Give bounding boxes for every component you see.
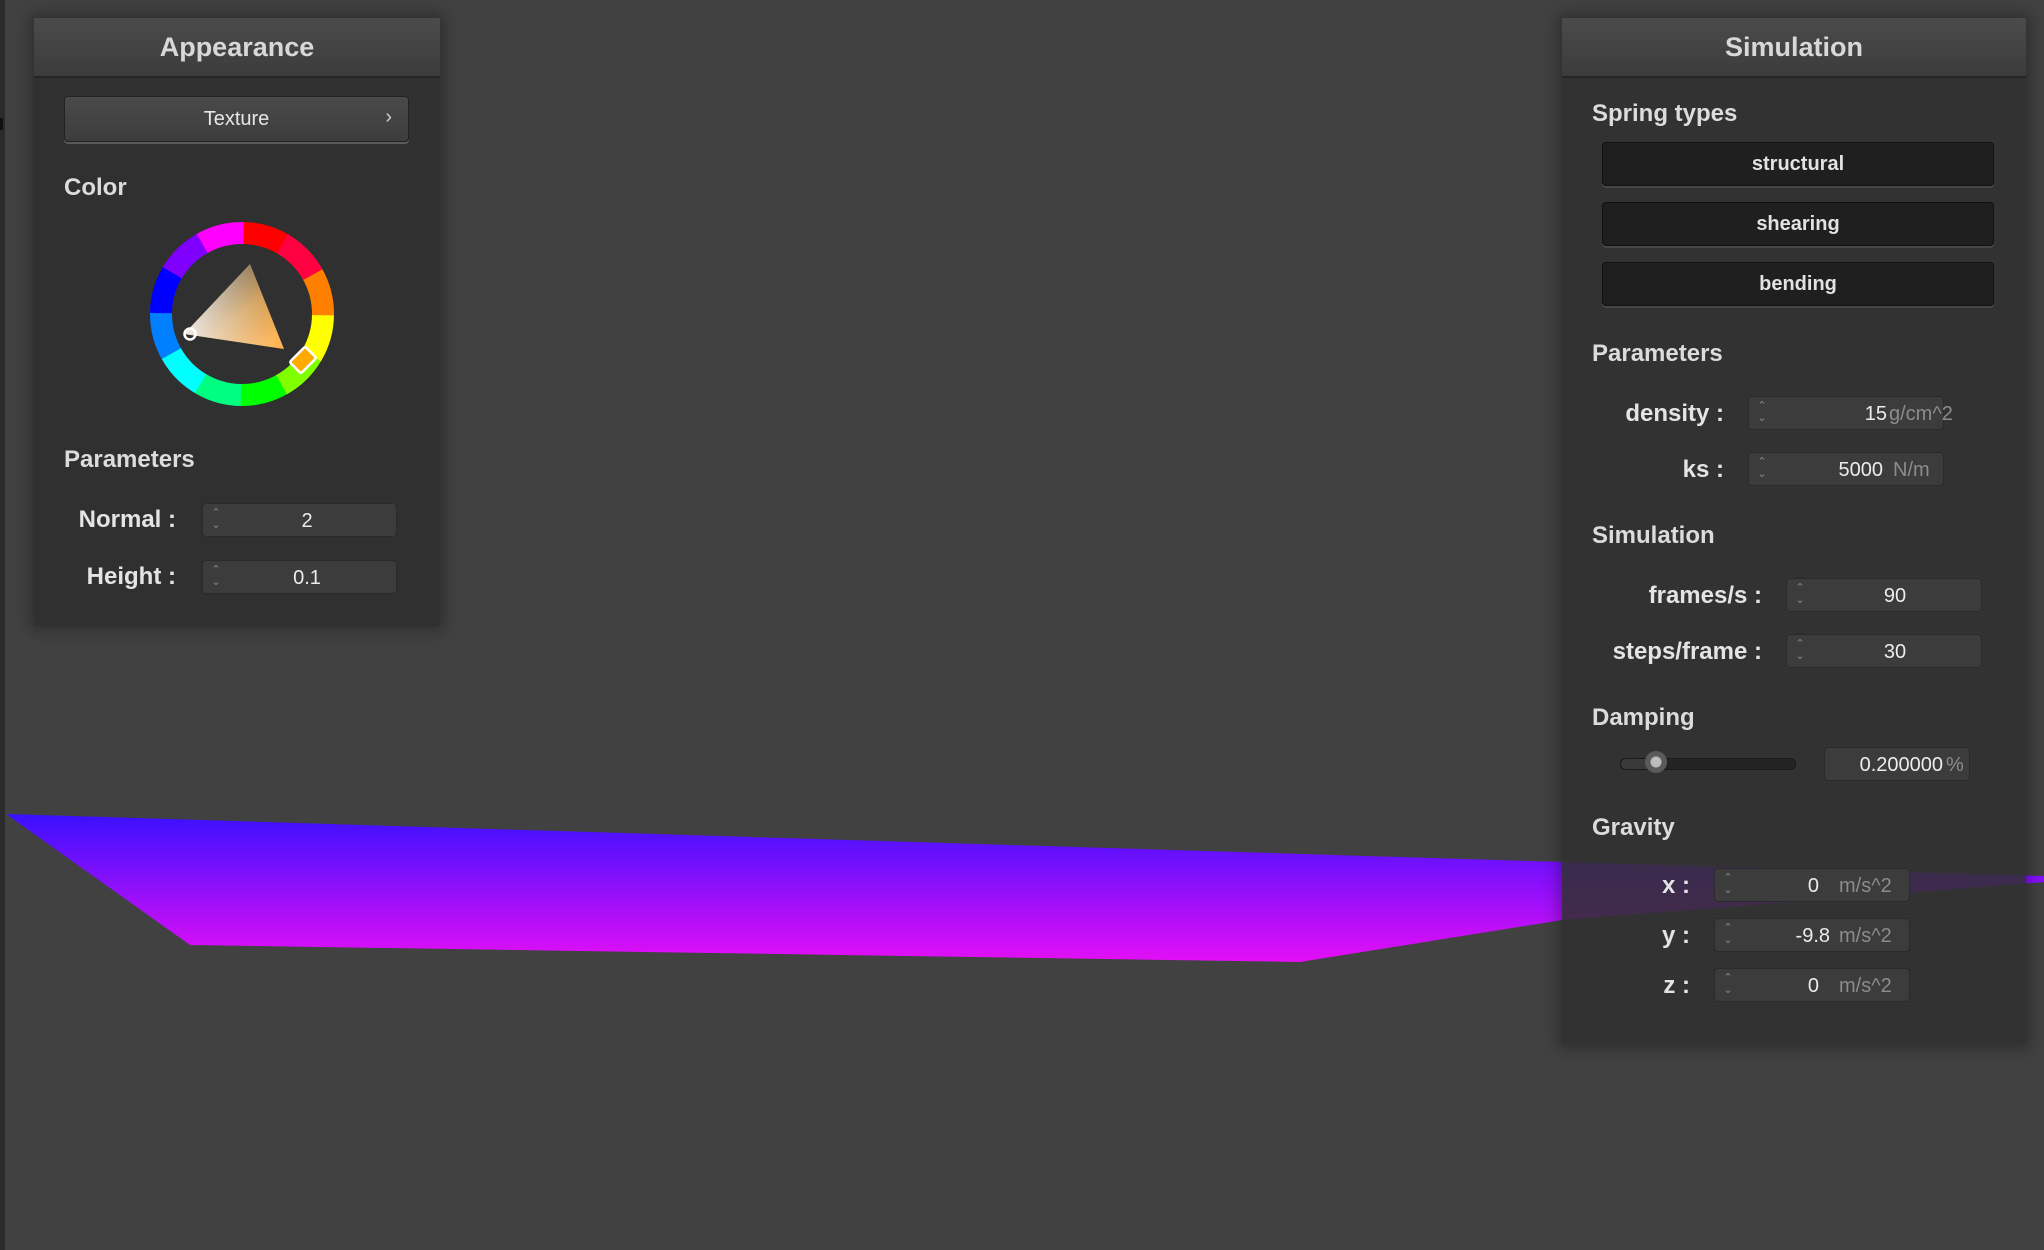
texture-button[interactable]: Texture › — [64, 96, 409, 142]
appearance-parameters-label: Parameters — [64, 446, 195, 473]
ks-value: 5000 — [1838, 459, 1884, 481]
height-label: Height : — [86, 563, 176, 590]
up-down-arrows-icon[interactable]: ⌃ ⌄ — [1754, 456, 1770, 484]
ks-label: ks : — [1682, 456, 1724, 483]
up-down-arrows-icon[interactable]: ⌃ ⌄ — [208, 507, 224, 535]
steps-per-frame-input[interactable]: ⌃ ⌄ 30 — [1786, 634, 1982, 668]
gravity-y-unit: m/s^2 — [1839, 925, 1892, 947]
steps-per-frame-label: steps/frame : — [1612, 638, 1762, 665]
normal-value: 2 — [301, 510, 313, 532]
frames-per-second-value: 90 — [1883, 585, 1907, 607]
up-down-arrows-icon[interactable]: ⌃ ⌄ — [208, 564, 224, 592]
simulation-parameters-label: Parameters — [1592, 340, 1723, 367]
gravity-z-input[interactable]: ⌃ ⌄ 0 m/s^2 — [1714, 968, 1910, 1002]
gravity-z-label: z : — [1663, 972, 1690, 999]
ks-unit: N/m — [1893, 459, 1930, 481]
up-down-arrows-icon[interactable]: ⌃ ⌄ — [1720, 922, 1736, 950]
spring-types-label: Spring types — [1592, 100, 1738, 127]
damping-unit: % — [1946, 754, 1964, 776]
up-down-arrows-icon[interactable]: ⌃ ⌄ — [1720, 872, 1736, 900]
normal-label: Normal : — [78, 506, 176, 533]
gravity-z-value: 0 — [1807, 975, 1819, 997]
spring-shearing-button[interactable]: shearing — [1602, 202, 1994, 246]
simulation-panel-title: Simulation — [1562, 18, 2026, 78]
color-section-label: Color — [64, 174, 127, 201]
simulation-section-label: Simulation — [1592, 522, 1715, 549]
saturation-value-triangle[interactable] — [184, 264, 284, 349]
gravity-x-unit: m/s^2 — [1839, 875, 1892, 897]
density-label: density : — [1625, 400, 1724, 427]
ks-input[interactable]: ⌃ ⌄ 5000 N/m — [1748, 452, 1944, 486]
gravity-x-input[interactable]: ⌃ ⌄ 0 m/s^2 — [1714, 868, 1910, 902]
gravity-y-input[interactable]: ⌃ ⌄ -9.8 m/s^2 — [1714, 918, 1910, 952]
color-wheel[interactable] — [150, 222, 334, 406]
gravity-y-label: y : — [1661, 922, 1690, 949]
appearance-panel-title: Appearance — [34, 18, 440, 78]
damping-slider-handle[interactable] — [1645, 751, 1667, 773]
gravity-z-unit: m/s^2 — [1839, 975, 1892, 997]
density-input[interactable]: ⌃ ⌄ 15 g/cm^2 — [1748, 396, 1953, 430]
gravity-y-value: -9.8 — [1795, 925, 1830, 947]
up-down-arrows-icon[interactable]: ⌃ ⌄ — [1792, 638, 1808, 666]
height-input[interactable]: ⌃ ⌄ 0.1 — [202, 560, 397, 594]
steps-per-frame-value: 30 — [1883, 641, 1907, 663]
damping-slider[interactable] — [1620, 751, 1796, 773]
frames-per-second-label: frames/s : — [1648, 582, 1762, 609]
up-down-arrows-icon[interactable]: ⌃ ⌄ — [1792, 582, 1808, 610]
up-down-arrows-icon[interactable]: ⌃ ⌄ — [1754, 400, 1770, 428]
normal-input[interactable]: ⌃ ⌄ 2 — [202, 503, 397, 537]
damping-label: Damping — [1592, 704, 1695, 731]
spring-bending-button[interactable]: bending — [1602, 262, 1994, 306]
height-value: 0.1 — [293, 567, 321, 589]
gravity-x-value: 0 — [1807, 875, 1819, 897]
texture-button-label: Texture — [203, 108, 270, 130]
gravity-x-label: x : — [1661, 872, 1690, 899]
gravity-label: Gravity — [1592, 814, 1675, 841]
frames-per-second-input[interactable]: ⌃ ⌄ 90 — [1786, 578, 1982, 612]
spring-structural-button[interactable]: structural — [1602, 142, 1994, 186]
damping-value: 0.200000 — [1859, 754, 1943, 776]
density-unit: g/cm^2 — [1889, 403, 1953, 425]
damping-input[interactable]: 0.200000 % — [1824, 747, 1970, 781]
chevron-right-icon: › — [385, 106, 392, 128]
up-down-arrows-icon[interactable]: ⌃ ⌄ — [1720, 972, 1736, 1000]
